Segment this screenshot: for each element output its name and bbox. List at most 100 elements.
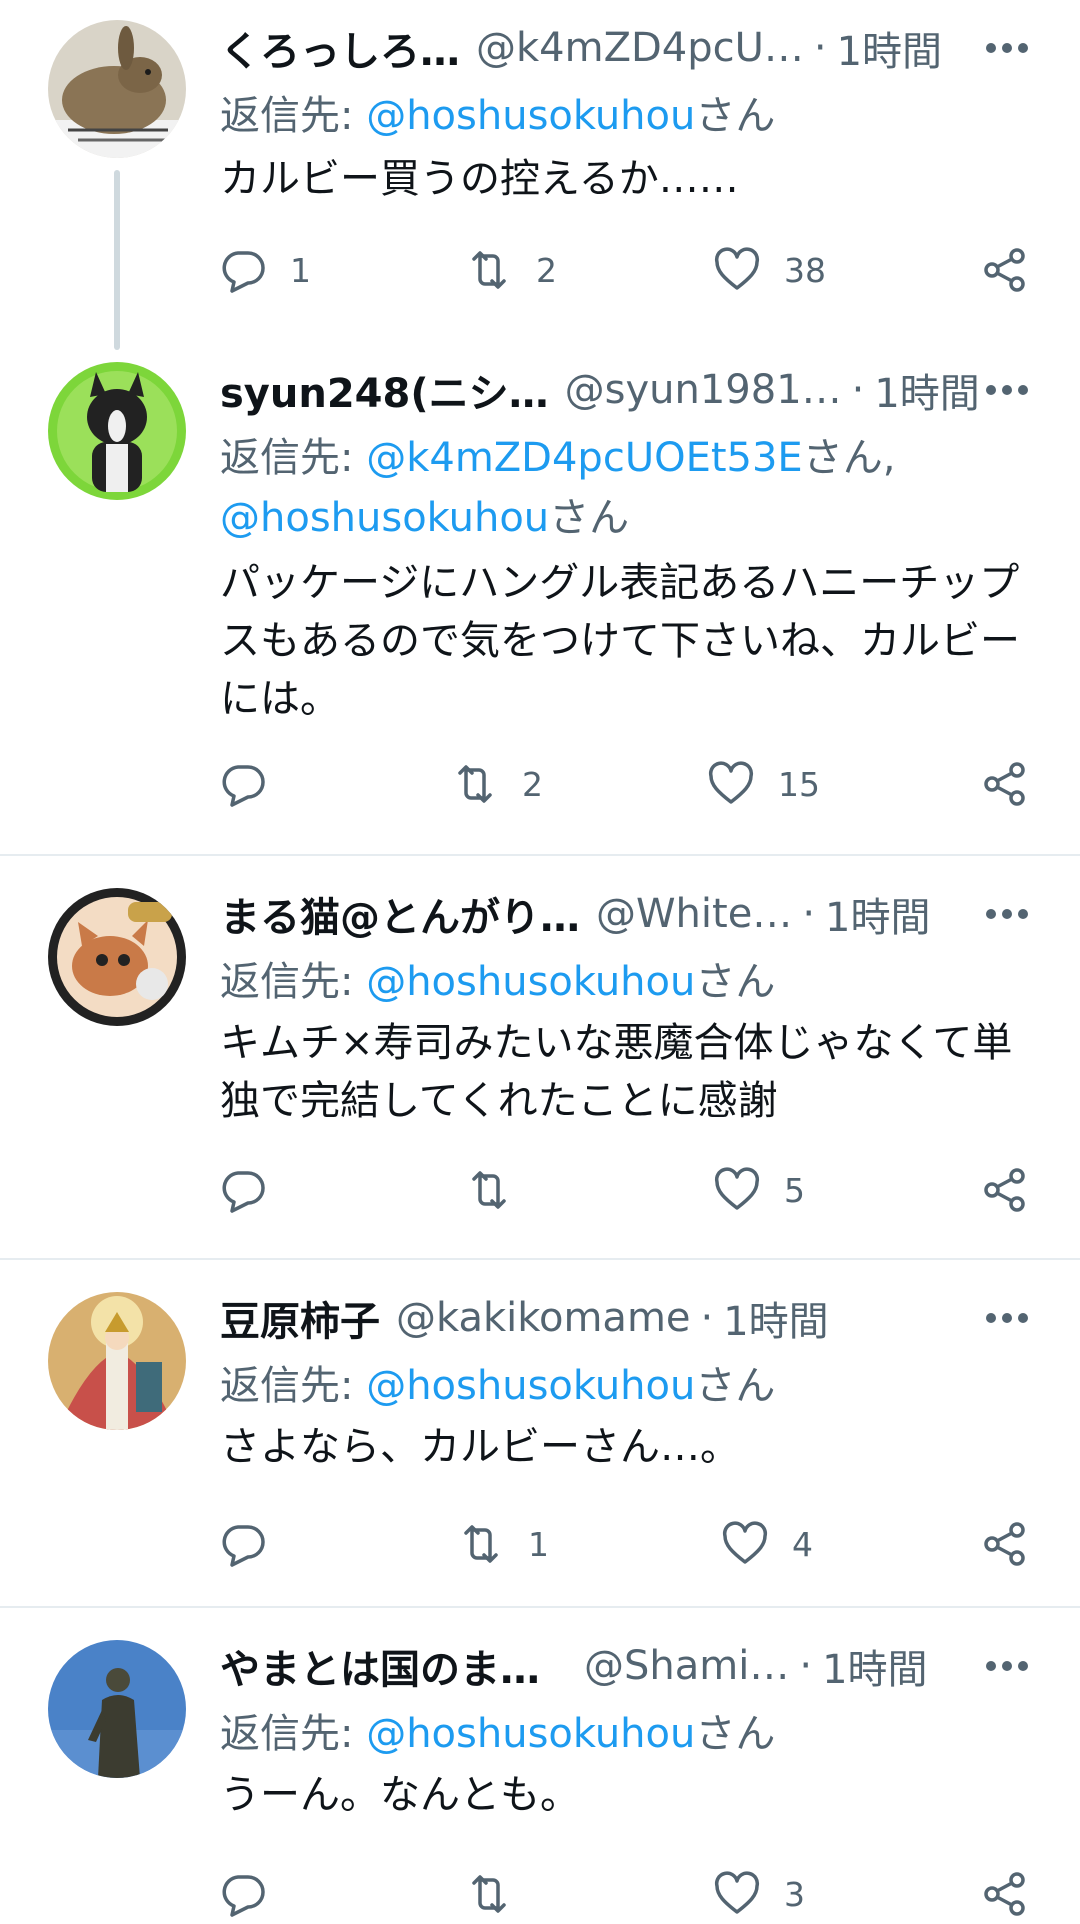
share-icon: [984, 248, 1025, 292]
like-button[interactable]: 15: [706, 754, 820, 814]
tweet-header: まる猫@とんがり… @White… · 1時間: [220, 884, 1040, 944]
display-name[interactable]: 豆原柿子: [220, 1289, 380, 1347]
more-options-button[interactable]: [982, 1636, 1032, 1696]
heart-icon: [714, 1871, 760, 1914]
retweet-button[interactable]: 1: [456, 1514, 549, 1574]
share-icon: [984, 1168, 1025, 1212]
tweet-header: syun248(ニシ… @syun1981… · 1時間: [220, 360, 1040, 420]
avatar[interactable]: [48, 362, 186, 500]
share-button[interactable]: [980, 754, 1030, 814]
avatar[interactable]: [48, 1292, 186, 1430]
share-button[interactable]: [980, 1160, 1030, 1220]
timestamp[interactable]: 1時間: [822, 1637, 927, 1695]
user-handle[interactable]: @Shami…: [584, 1643, 789, 1689]
more-options-button[interactable]: [982, 1288, 1032, 1348]
retweet-button[interactable]: [464, 1160, 536, 1220]
reply-prefix: 返信先:: [220, 435, 367, 481]
mention-suffix: さん: [695, 959, 776, 1005]
reply-button[interactable]: [218, 1864, 290, 1924]
reply-bubble-icon: [222, 1875, 265, 1917]
user-handle[interactable]: @kakikomame: [396, 1295, 691, 1341]
like-count: 3: [784, 1874, 805, 1914]
display-name[interactable]: やまとは国のま…: [220, 1637, 540, 1695]
tweet-text: キムチ×寿司みたいな悪魔合体じゃなくて単独で完結してくれたことに感謝: [220, 1020, 1013, 1124]
reply-button[interactable]: [218, 754, 290, 814]
reply-bubble-icon: [222, 1171, 265, 1213]
share-button[interactable]: [980, 240, 1030, 300]
reply-bubble-icon: [222, 1525, 265, 1567]
reply-context: 返信先: @hoshusokuhouさん: [220, 1704, 1030, 1764]
more-horizontal-icon: [986, 43, 1028, 53]
retweet-button[interactable]: 2: [464, 240, 557, 300]
reply-prefix: 返信先:: [220, 1711, 367, 1757]
retweet-count: 2: [522, 764, 543, 804]
mention-link[interactable]: @hoshusokuhou: [220, 495, 549, 541]
tweet-text: カルビー買うの控えるか……: [220, 156, 739, 202]
mention-link[interactable]: @hoshusokuhou: [366, 959, 695, 1005]
share-icon: [984, 1522, 1025, 1566]
reply-bubble-icon: [222, 251, 265, 293]
more-horizontal-icon: [986, 1661, 1028, 1671]
mention-link[interactable]: @hoshusokuhou: [366, 93, 695, 139]
display-name[interactable]: まる猫@とんがり…: [220, 885, 580, 943]
like-count: 15: [778, 764, 820, 804]
reply-context: 返信先: @k4mZD4pcUOEt53Eさん, @hoshusokuhouさん: [220, 428, 1030, 548]
user-handle[interactable]: @White…: [596, 891, 792, 937]
retweet-icon: [472, 1875, 506, 1913]
separator-dot: ·: [799, 1643, 813, 1689]
more-options-button[interactable]: [982, 360, 1032, 420]
display-name[interactable]: くろっしろ…: [220, 19, 460, 77]
user-handle[interactable]: @syun1981…: [565, 367, 842, 413]
dog-photo-avatar: [48, 362, 186, 500]
reply-button[interactable]: [218, 1514, 290, 1574]
display-name[interactable]: syun248(ニシ…: [220, 361, 549, 419]
statue-photo-avatar: [48, 1640, 186, 1778]
retweet-icon: [472, 251, 506, 289]
mention-suffix: さん: [695, 1363, 776, 1409]
share-button[interactable]: [980, 1864, 1030, 1924]
share-icon: [984, 1872, 1025, 1916]
reply-prefix: 返信先:: [220, 1363, 367, 1409]
heart-icon: [714, 247, 760, 290]
separator-dot: ·: [813, 25, 827, 71]
more-horizontal-icon: [986, 385, 1028, 395]
user-handle[interactable]: @k4mZD4pcU…: [476, 25, 804, 71]
separator-dot: ·: [700, 1295, 714, 1341]
reply-context: 返信先: @hoshusokuhouさん: [220, 86, 1030, 146]
more-options-button[interactable]: [982, 884, 1032, 944]
share-icon: [984, 762, 1025, 806]
reply-button[interactable]: [218, 1160, 290, 1220]
cat-illustration-avatar: [48, 888, 186, 1026]
avatar[interactable]: [48, 888, 186, 1026]
timestamp[interactable]: 1時間: [723, 1289, 828, 1347]
tweet-header: やまとは国のま… @Shami… · 1時間: [220, 1636, 1040, 1696]
avatar[interactable]: [48, 20, 186, 158]
mention-link[interactable]: @hoshusokuhou: [366, 1711, 695, 1757]
tweet[interactable]: くろっしろ… @k4mZD4pcU… · 1時間 返信先: @hoshusoku…: [0, 0, 1080, 340]
like-button[interactable]: 38: [712, 240, 826, 300]
mention-link[interactable]: @hoshusokuhou: [366, 1363, 695, 1409]
timestamp[interactable]: 1時間: [874, 361, 979, 419]
reply-context: 返信先: @hoshusokuhouさん: [220, 1356, 1030, 1416]
painting-avatar: [48, 1292, 186, 1430]
more-options-button[interactable]: [982, 18, 1032, 78]
like-button[interactable]: 3: [712, 1864, 805, 1924]
like-count: 38: [784, 250, 826, 290]
timestamp[interactable]: 1時間: [825, 885, 930, 943]
avatar[interactable]: [48, 1640, 186, 1778]
timestamp[interactable]: 1時間: [837, 19, 942, 77]
tweet[interactable]: syun248(ニシ… @syun1981… · 1時間 返信先: @k4mZD…: [0, 340, 1080, 856]
mention-link[interactable]: @k4mZD4pcUOEt53E: [366, 435, 803, 481]
retweet-button[interactable]: 2: [450, 754, 543, 814]
tweet[interactable]: まる猫@とんがり… @White… · 1時間 返信先: @hoshusokuh…: [0, 854, 1080, 1260]
like-button[interactable]: 5: [712, 1160, 805, 1220]
like-count: 5: [784, 1170, 805, 1210]
like-button[interactable]: 4: [720, 1514, 813, 1574]
tweet[interactable]: 豆原柿子 @kakikomame · 1時間 返信先: @hoshusokuho…: [0, 1258, 1080, 1608]
heart-icon: [708, 761, 754, 804]
share-button[interactable]: [980, 1514, 1030, 1574]
reply-context: 返信先: @hoshusokuhouさん: [220, 952, 1030, 1012]
tweet[interactable]: やまとは国のま… @Shami… · 1時間 返信先: @hoshusokuho…: [0, 1606, 1080, 1917]
reply-button[interactable]: 1: [218, 240, 311, 300]
retweet-button[interactable]: [464, 1864, 536, 1924]
